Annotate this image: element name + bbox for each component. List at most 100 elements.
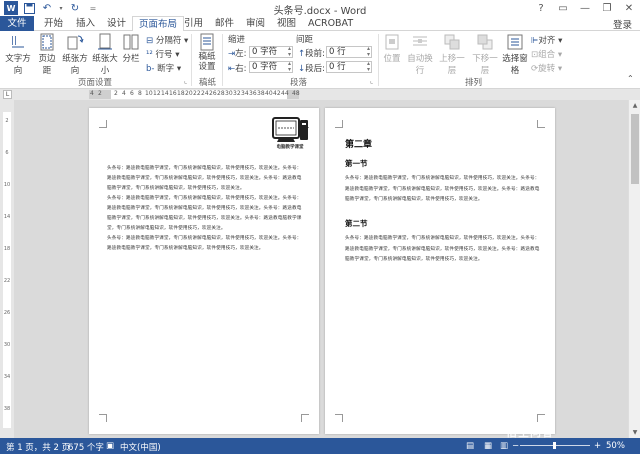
page-setup-launcher-icon[interactable]: ⌞: [184, 77, 187, 85]
ribbon-tabs: 文件 开始 插入 设计 页面布局 引用 邮件 审阅 视图 ACROBAT 登录: [0, 16, 640, 32]
position-icon: [385, 34, 399, 50]
language-indicator[interactable]: 中文(中国): [120, 441, 161, 453]
vruler-tick: 6: [5, 150, 9, 156]
word-count[interactable]: 675 个字: [68, 441, 104, 453]
group-button[interactable]: ⊡组合 ▾: [531, 48, 562, 60]
collapse-ribbon-icon[interactable]: ⌃: [627, 74, 634, 83]
tab-view[interactable]: 视图: [271, 16, 302, 31]
restore-button[interactable]: ❐: [596, 0, 618, 16]
spinner-arrows-icon[interactable]: ▴ ▾: [288, 46, 291, 58]
vruler-tick: 18: [3, 246, 11, 252]
crop-mark: [301, 414, 309, 422]
hyphenation-button[interactable]: b- 断字 ▾: [146, 62, 181, 74]
page-2[interactable]: 第二章 第一节 头条号：路途教电脑教学课堂，专门系统讲解电脑知识，软件使用技巧，…: [325, 108, 555, 434]
tab-design[interactable]: 设计: [101, 16, 132, 31]
ribbon-display-button[interactable]: ▭: [552, 0, 574, 16]
crop-mark: [335, 120, 343, 128]
login-link[interactable]: 登录: [613, 17, 632, 31]
page-count[interactable]: 第 1 页，共 2 页: [6, 441, 70, 453]
zoom-in-icon[interactable]: +: [594, 441, 601, 451]
tab-insert[interactable]: 插入: [70, 16, 101, 31]
spacing-after-input[interactable]: 0 行 ▴ ▾: [326, 61, 372, 73]
selection-pane-icon: [507, 34, 523, 50]
tab-selector[interactable]: L: [3, 90, 12, 99]
paragraph-launcher-icon[interactable]: ⌞: [370, 77, 373, 85]
columns-button[interactable]: 分栏: [121, 33, 141, 64]
spacing-title: 间距: [296, 35, 314, 45]
paragraph[interactable]: 头条号：路途教电脑教学课堂，专门系统讲解电脑知识，软件使用技巧，欢迎关注。头条号…: [107, 194, 303, 234]
spacing-before-input[interactable]: 0 行 ▴ ▾: [326, 46, 372, 58]
zoom-slider-knob[interactable]: [553, 442, 556, 449]
tab-mailings[interactable]: 邮件: [209, 16, 240, 31]
section2-body: 头条号：路途教电脑教学课堂，专门系统讲解电脑知识，软件使用技巧，欢迎关注。头条号…: [345, 234, 541, 266]
tab-home[interactable]: 开始: [38, 16, 69, 31]
section-heading-2[interactable]: 第二节: [345, 218, 368, 229]
crop-mark: [335, 414, 343, 422]
zoom-out-icon[interactable]: −: [512, 441, 519, 451]
indent-left-input[interactable]: 0 字符 ▴ ▾: [249, 46, 293, 58]
paragraph[interactable]: 头条号：路途教电脑教学课堂，专门系统讲解电脑知识，软件使用技巧，欢迎关注。头条号…: [107, 234, 303, 254]
close-button[interactable]: ✕: [618, 0, 640, 16]
position-button[interactable]: 位置: [381, 33, 403, 64]
logo-caption: 电脑教学课堂: [276, 145, 304, 150]
rotate-button[interactable]: ⟳旋转 ▾: [531, 62, 562, 74]
paragraph[interactable]: 头条号：路途教电脑教学课堂，专门系统讲解电脑知识，软件使用技巧，欢迎关注。头条号…: [345, 174, 541, 206]
print-layout-icon[interactable]: ▦: [484, 441, 492, 451]
read-mode-icon[interactable]: ▤: [466, 441, 474, 451]
crop-mark: [99, 120, 107, 128]
tab-acrobat[interactable]: ACROBAT: [302, 16, 359, 31]
spinner-arrows-icon[interactable]: ▴ ▾: [367, 61, 370, 73]
scroll-thumb[interactable]: [631, 114, 639, 184]
tab-review[interactable]: 审阅: [240, 16, 271, 31]
margins-button[interactable]: 页边距: [35, 33, 59, 76]
tab-page-layout[interactable]: 页面布局: [132, 16, 185, 32]
help-button[interactable]: ?: [530, 0, 552, 16]
send-backward-button[interactable]: 下移一层: [469, 33, 501, 76]
breaks-button[interactable]: ⊟ 分隔符 ▾: [146, 34, 188, 46]
scroll-up-icon[interactable]: ▲: [629, 102, 640, 109]
wrap-text-button[interactable]: 自动换行: [404, 33, 436, 76]
chapter-heading[interactable]: 第二章: [345, 137, 372, 150]
spinner-arrows-icon[interactable]: ▴ ▾: [367, 46, 370, 58]
arrange-group-label: 排列: [465, 78, 483, 88]
vertical-scrollbar[interactable]: ▲ ▼: [628, 100, 640, 438]
paragraph[interactable]: 头条号：路途教电脑教学课堂，专门系统讲解电脑知识，软件使用技巧，欢迎关注。头条号…: [345, 234, 541, 266]
align-button[interactable]: ⊫对齐 ▾: [531, 34, 562, 46]
selection-pane-button[interactable]: 选择窗格: [500, 33, 530, 76]
bring-forward-button[interactable]: 上移一层: [436, 33, 468, 76]
text-direction-button[interactable]: || 文字方向: [3, 33, 33, 76]
svg-text:||: ||: [11, 36, 17, 46]
group-divider: [191, 34, 192, 86]
indent-right-input[interactable]: 0 字符 ▴ ▾: [249, 61, 293, 73]
bring-forward-icon: [444, 34, 460, 50]
section-heading-1[interactable]: 第一节: [345, 158, 368, 169]
orientation-button[interactable]: 纸张方向: [61, 33, 89, 76]
vruler-tick: 34: [3, 374, 11, 380]
draft-paper-icon: [200, 33, 214, 51]
zoom-level[interactable]: 50%: [606, 441, 625, 451]
title-bar: W ↶ ▾ ↻ = 头条号.docx - Word ? ▭ — ❐ ✕: [0, 0, 640, 17]
zoom-slider[interactable]: [520, 442, 590, 449]
page-1[interactable]: 电脑教学课堂 头条号：路途教电脑教学课堂，专门系统讲解电脑知识，软件使用技巧，欢…: [89, 108, 319, 434]
spacing-after-label: ↓段后:: [298, 64, 325, 74]
columns-icon: [123, 34, 139, 50]
spacing-before-label: ↑段前:: [298, 49, 325, 59]
tab-references[interactable]: 引用: [178, 16, 209, 31]
proofing-icon[interactable]: ▣: [106, 441, 114, 451]
line-numbers-button[interactable]: ¹² 行号 ▾: [146, 48, 180, 60]
size-button[interactable]: 纸张大小: [90, 33, 120, 76]
scroll-down-icon[interactable]: ▼: [629, 429, 640, 436]
spinner-arrows-icon[interactable]: ▴ ▾: [288, 61, 291, 73]
orientation-icon: [67, 35, 84, 50]
vertical-ruler[interactable]: 2 6 10 14 18 22 26 30 34 38: [0, 100, 14, 438]
tab-file[interactable]: 文件: [0, 16, 34, 31]
page-setup-group-label: 页面设置: [78, 78, 113, 88]
web-layout-icon[interactable]: ▥: [500, 441, 508, 451]
breaks-icon: ⊟: [146, 36, 154, 46]
vruler-tick: 30: [3, 342, 11, 348]
draft-settings-button[interactable]: 稿纸设置: [195, 33, 219, 72]
vruler-tick: 26: [3, 310, 11, 316]
minimize-button[interactable]: —: [574, 0, 596, 16]
paragraph[interactable]: 头条号：路途教电脑教学课堂，专门系统讲解电脑知识，软件使用技巧，欢迎关注。头条号…: [107, 164, 303, 194]
size-icon: [98, 33, 112, 50]
